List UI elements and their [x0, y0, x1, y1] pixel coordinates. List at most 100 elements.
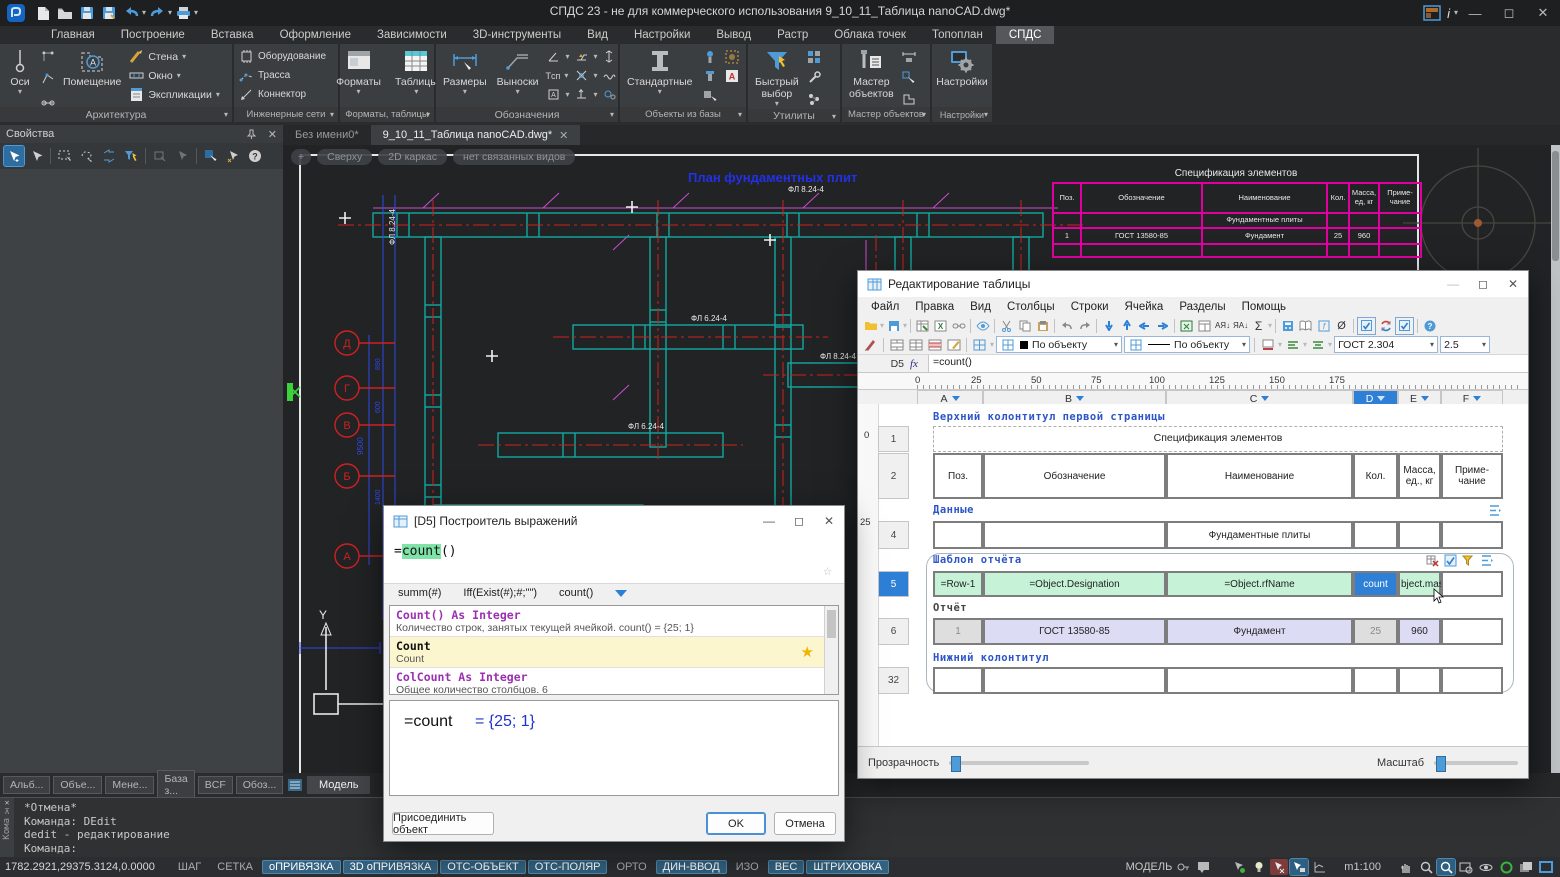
tab-spds[interactable]: СПДС	[996, 26, 1055, 44]
row-header-4[interactable]: 4	[878, 521, 909, 549]
grid-axes-icon[interactable]	[40, 49, 56, 65]
expr-dialog-titlebar[interactable]: [D5] Построитель выражений — ◻ ✕	[384, 506, 844, 536]
deselect-icon[interactable]	[223, 146, 243, 166]
toggle-lineweight[interactable]: ВЕС	[768, 860, 805, 874]
excel-mode-icon[interactable]	[1178, 318, 1195, 334]
new-file-icon[interactable]	[33, 3, 53, 23]
close-button[interactable]: ✕	[1526, 0, 1560, 26]
part-cursor-icon[interactable]	[702, 87, 718, 103]
menu-edit[interactable]: Правка	[908, 300, 961, 314]
pin-command-icon[interactable]: ⊼	[4, 807, 10, 816]
toggle-iso[interactable]: ИЗО	[729, 860, 766, 874]
dialog-maximize-button[interactable]: ◻	[1468, 271, 1498, 297]
diameter-icon[interactable]: Ø	[1333, 318, 1350, 334]
tab-vyvod[interactable]: Вывод	[703, 26, 764, 44]
merge-cells-icon[interactable]	[888, 337, 905, 353]
check-icon[interactable]	[1395, 317, 1414, 335]
copy-icon[interactable]	[1016, 318, 1033, 334]
ghost-tool2-icon[interactable]	[172, 146, 192, 166]
save-icon[interactable]	[77, 3, 97, 23]
cell-b5[interactable]: =Object.Designation	[983, 571, 1166, 597]
equipment-button[interactable]: Оборудование	[238, 47, 334, 66]
close-panel-icon[interactable]: ✕	[268, 128, 277, 141]
panel-label-architecture[interactable]: Архитектура▾	[0, 107, 232, 122]
quick-select-button[interactable]: Быстрый выбор▾	[752, 47, 802, 109]
redo-dropdown[interactable]: ▾	[168, 9, 172, 17]
quick-func-summ[interactable]: summ(#)	[398, 587, 441, 599]
palette-tab-objects[interactable]: Объе...	[53, 776, 102, 794]
quick-func-dropdown[interactable]	[615, 590, 627, 597]
tab-zavisimosti[interactable]: Зависимости	[364, 26, 460, 44]
formats-button[interactable]: Форматы▾	[333, 47, 384, 97]
toggle-osnap[interactable]: оПРИВЯЗКА	[262, 860, 341, 874]
connector-button[interactable]: Коннектор	[238, 85, 334, 104]
cell-b32[interactable]	[983, 667, 1166, 694]
text-height-combo[interactable]: 2.5▾	[1440, 336, 1490, 353]
save-icon[interactable]	[885, 318, 902, 334]
cell-b4[interactable]	[983, 521, 1166, 549]
print-icon[interactable]	[173, 3, 193, 23]
calculator-icon[interactable]	[1279, 318, 1296, 334]
align-left-icon[interactable]	[1284, 337, 1301, 353]
cell-e32[interactable]	[1398, 667, 1441, 694]
text-color-icon[interactable]	[1259, 337, 1276, 353]
scale-slider[interactable]	[1434, 761, 1518, 765]
panel-label-object-master[interactable]: Мастер объектов▾	[842, 107, 930, 122]
viewport-plus-button[interactable]: +	[291, 149, 311, 165]
ghost-tool1-icon[interactable]	[150, 146, 170, 166]
cut-icon[interactable]	[998, 318, 1015, 334]
tab-postroenie[interactable]: Построение	[108, 26, 198, 44]
master-dim-icon[interactable]	[901, 49, 917, 65]
cursor-crossing-icon[interactable]	[1270, 859, 1288, 875]
cancel-button[interactable]: Отмена	[774, 812, 836, 835]
cell-f4[interactable]	[1441, 521, 1503, 549]
layouts-icon[interactable]	[287, 777, 303, 793]
function-item-count-int[interactable]: Count() As Integer Количество строк, зан…	[390, 606, 838, 637]
axes-button[interactable]: Оси▾	[4, 47, 36, 97]
link-icon[interactable]	[950, 318, 967, 334]
col-left-icon[interactable]	[1136, 318, 1153, 334]
insert-row-icon[interactable]	[926, 337, 943, 353]
cell-d5-selected[interactable]: count	[1353, 571, 1398, 597]
pan-hand-icon[interactable]	[1397, 859, 1415, 875]
palette-tab-database[interactable]: База з...	[157, 770, 194, 800]
maximize-button[interactable]: ◻	[1492, 0, 1526, 26]
cell-f32[interactable]	[1441, 667, 1503, 694]
select-cursor-icon[interactable]	[26, 146, 46, 166]
close-tab-icon[interactable]: ✕	[559, 129, 568, 142]
view-direction-button[interactable]: Сверху	[317, 149, 372, 165]
transparency-slider[interactable]	[949, 761, 1089, 765]
canvas-vertical-scrollbar[interactable]	[1551, 145, 1560, 773]
font-combo[interactable]: ГОСТ 2.304▾	[1334, 336, 1438, 353]
calc-table-icon[interactable]	[1196, 318, 1213, 334]
sum-icon[interactable]: Σ	[1250, 318, 1267, 334]
expr-minimize-button[interactable]: —	[754, 508, 784, 534]
master-pick-icon[interactable]	[901, 70, 917, 86]
toggle-dyn-input[interactable]: ДИН-ВВОД	[656, 860, 727, 874]
annotation-note-icon[interactable]	[1194, 859, 1212, 875]
doc-tab-current[interactable]: 9_10_11_Таблица nanoCAD.dwg*✕	[371, 125, 581, 145]
text-sp-button[interactable]: Tсп▾	[546, 66, 574, 85]
level-mark-button[interactable]: ▾	[574, 47, 602, 66]
qat-dropdown[interactable]: ▾	[194, 9, 198, 17]
tab-rastr[interactable]: Растр	[764, 26, 821, 44]
cell-a32[interactable]	[933, 667, 983, 694]
layout-tab-model[interactable]: Модель	[307, 776, 370, 794]
cell-e6[interactable]: 960	[1398, 618, 1441, 645]
edit-cell-icon[interactable]	[945, 337, 962, 353]
panel-label-engineering[interactable]: Инженерные сети▾	[234, 107, 338, 122]
dimensions-button[interactable]: Размеры▾	[440, 47, 490, 97]
border-color-combo[interactable]: По объекту▾	[996, 336, 1122, 353]
wrench-icon[interactable]	[806, 70, 822, 86]
undo-icon[interactable]	[1058, 318, 1075, 334]
cell-c4[interactable]: Фундаментные плиты	[1166, 521, 1353, 549]
export-excel-icon[interactable]: X	[932, 318, 949, 334]
ok-button[interactable]: OK	[706, 812, 766, 835]
close-command-icon[interactable]: ✕	[5, 798, 10, 807]
borders-icon[interactable]	[971, 337, 988, 353]
toggle-grid[interactable]: СЕТКА	[210, 860, 260, 874]
fx-icon[interactable]: fx	[910, 358, 928, 370]
panel-label-db-objects[interactable]: Объекты из базы▾	[620, 107, 746, 122]
toggle-snap-step[interactable]: ШАГ	[171, 860, 208, 874]
cursor-menu-icon[interactable]	[1290, 859, 1308, 875]
